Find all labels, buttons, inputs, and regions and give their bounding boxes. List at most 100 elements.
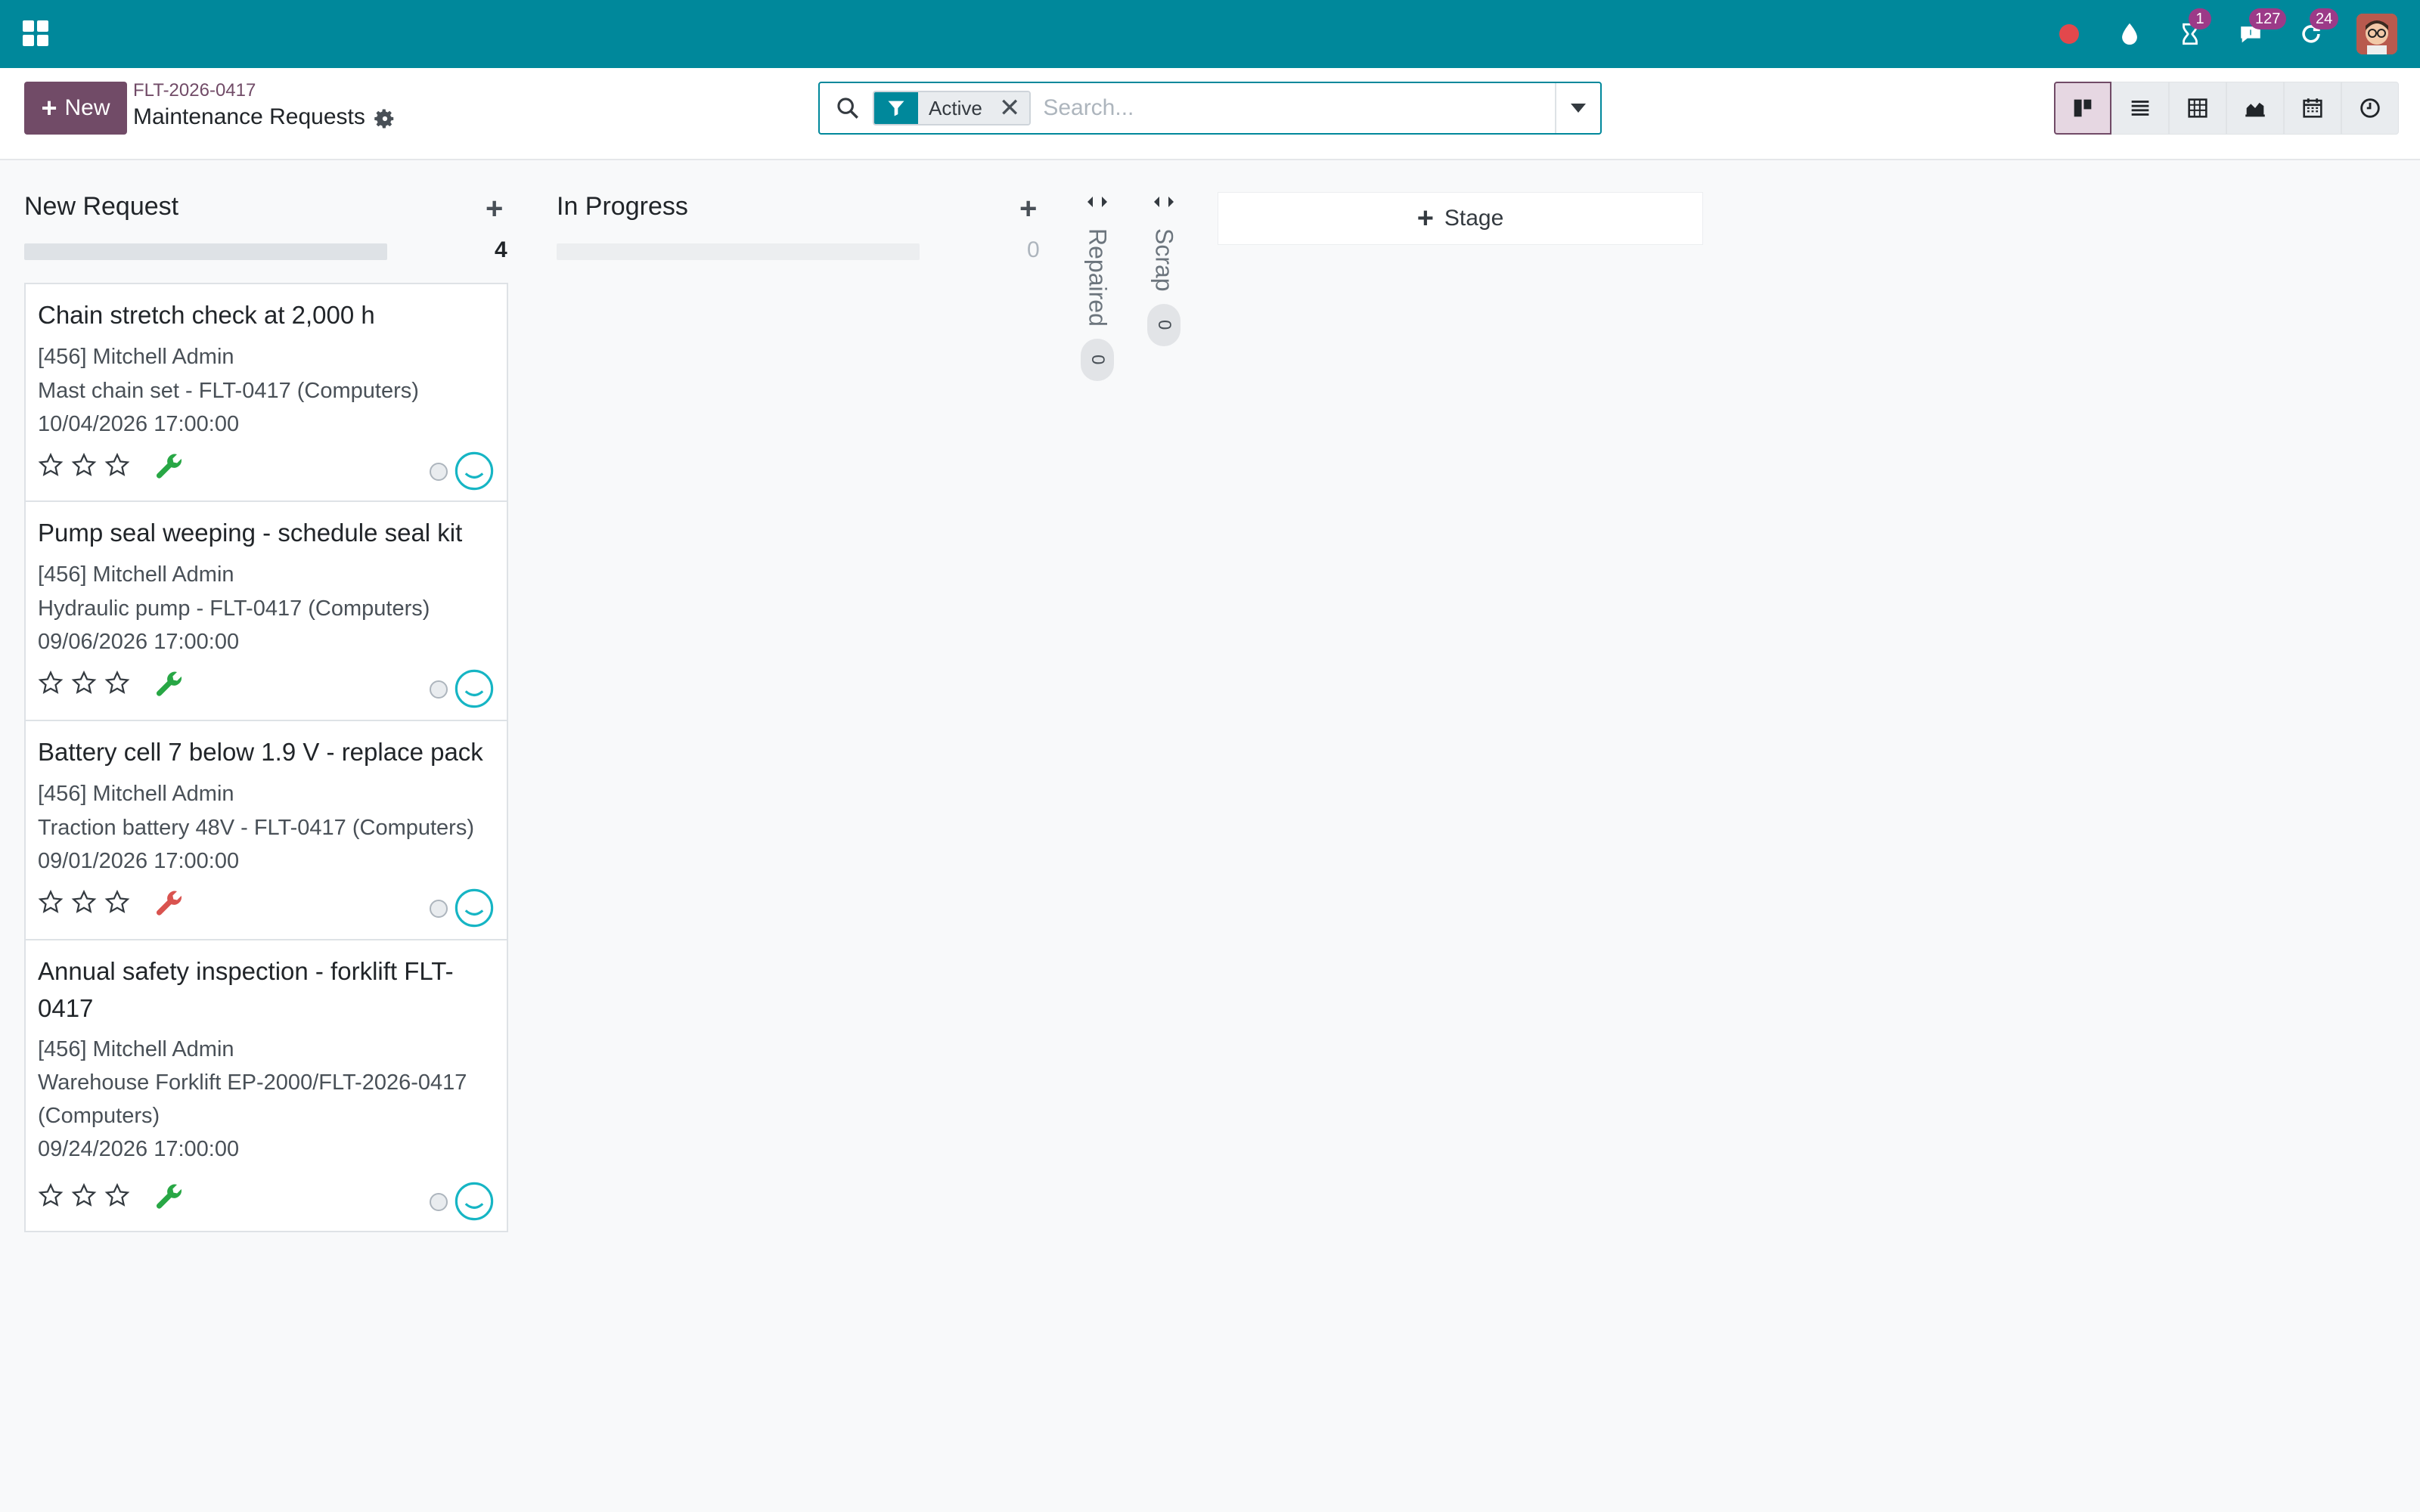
new-button-label: New [64, 95, 110, 120]
folded-column-scrap[interactable]: Scrap 0 [1145, 194, 1183, 346]
kanban-state-dot[interactable] [430, 900, 448, 918]
record-indicator-icon[interactable] [2054, 19, 2084, 49]
priority-stars[interactable] [38, 670, 130, 696]
plus-icon: + [1416, 203, 1434, 234]
star-icon[interactable] [71, 889, 97, 915]
folded-column-count: 0 [1081, 338, 1114, 381]
star-icon[interactable] [104, 452, 130, 478]
calendar-icon [2303, 98, 2322, 118]
filter-icon [874, 92, 918, 124]
card-date: 09/01/2026 17:00:00 [38, 849, 240, 873]
folded-column-repaired[interactable]: Repaired 0 [1078, 194, 1116, 381]
smile-icon[interactable] [454, 888, 495, 928]
unfold-arrows-icon [1154, 197, 1174, 207]
kanban-icon [2074, 99, 2092, 117]
star-icon[interactable] [71, 1182, 97, 1208]
column-progress-bar[interactable] [557, 243, 920, 260]
view-switcher [2054, 82, 2399, 135]
updates-icon[interactable]: 24 [2296, 8, 2339, 49]
card-user: [456] Mitchell Admin [38, 345, 234, 369]
card-title: Battery cell 7 below 1.9 V - replace pac… [38, 738, 483, 766]
star-icon[interactable] [104, 889, 130, 915]
folded-column-title: Scrap [1150, 228, 1178, 292]
user-avatar[interactable] [2356, 14, 2397, 54]
column-progress-bar[interactable] [24, 243, 387, 260]
card-equipment: Traction battery 48V - FLT-0417 (Compute… [38, 816, 474, 840]
graph-view-button[interactable] [2226, 82, 2284, 135]
smile-icon[interactable] [454, 451, 495, 491]
smile-icon[interactable] [454, 668, 495, 709]
new-button[interactable]: + New [24, 82, 127, 135]
droplet-icon[interactable] [2114, 19, 2145, 49]
star-icon[interactable] [104, 670, 130, 696]
area-chart-icon [2245, 102, 2265, 117]
star-icon[interactable] [38, 889, 64, 915]
priority-stars[interactable] [38, 889, 130, 915]
add-stage-button[interactable]: + Stage [1218, 192, 1703, 245]
card-title: Annual safety inspection - forklift FLT-… [38, 957, 454, 1022]
card-date: 10/04/2026 17:00:00 [38, 412, 240, 436]
wrench-icon[interactable] [154, 668, 185, 699]
wrench-icon[interactable] [154, 1181, 185, 1211]
unfold-arrows-icon [1087, 197, 1107, 207]
gear-icon[interactable] [374, 107, 396, 130]
breadcrumb[interactable]: FLT-2026-0417 [133, 80, 256, 101]
card-user: [456] Mitchell Admin [38, 562, 234, 587]
page-title: Maintenance Requests [133, 104, 365, 129]
kanban-card[interactable]: Battery cell 7 below 1.9 V - replace pac… [24, 721, 508, 940]
folded-column-count: 0 [1147, 303, 1181, 346]
search-icon [837, 98, 858, 119]
kanban-view-button[interactable] [2054, 82, 2111, 135]
star-icon[interactable] [71, 670, 97, 696]
star-icon[interactable] [71, 452, 97, 478]
column-title-new-request[interactable]: New Request [24, 192, 178, 222]
messages-icon[interactable]: 127 [2235, 8, 2287, 49]
activities-icon[interactable]: 1 [2175, 8, 2211, 49]
remove-facet-icon[interactable]: ✕ [999, 95, 1021, 121]
control-panel: + New FLT-2026-0417 Maintenance Requests… [0, 68, 2420, 160]
star-icon[interactable] [38, 1182, 64, 1208]
star-icon[interactable] [104, 1182, 130, 1208]
column-count: 0 [1027, 237, 1040, 262]
column-count: 4 [495, 237, 507, 262]
kanban-card[interactable]: Pump seal weeping - schedule seal kit [4… [24, 502, 508, 721]
column-add-icon[interactable]: + [486, 194, 503, 224]
smile-icon[interactable] [454, 1181, 495, 1222]
updates-badge: 24 [2310, 8, 2339, 29]
card-user: [456] Mitchell Admin [38, 782, 234, 806]
star-icon[interactable] [38, 452, 64, 478]
card-equipment: Warehouse Forklift EP-2000/FLT-2026-0417… [38, 1070, 467, 1128]
card-title: Pump seal weeping - schedule seal kit [38, 519, 463, 547]
priority-stars[interactable] [38, 1182, 130, 1208]
column-title-in-progress[interactable]: In Progress [557, 192, 688, 222]
priority-stars[interactable] [38, 452, 130, 478]
filter-facet-label: Active [929, 96, 982, 119]
wrench-icon[interactable] [154, 888, 185, 918]
chevron-down-icon [1571, 104, 1586, 113]
list-view-button[interactable] [2111, 82, 2169, 135]
kanban-card[interactable]: Annual safety inspection - forklift FLT-… [24, 940, 508, 1232]
activities-badge: 1 [2189, 8, 2211, 29]
search-input[interactable] [1043, 85, 1555, 131]
card-user: [456] Mitchell Admin [38, 1037, 234, 1061]
messages-badge: 127 [2249, 8, 2287, 29]
kanban-card[interactable]: Chain stretch check at 2,000 h [456] Mit… [24, 283, 508, 502]
apps-menu-icon[interactable] [23, 20, 48, 46]
wrench-icon[interactable] [154, 451, 185, 481]
filter-facet[interactable]: Active ✕ [873, 91, 1032, 125]
kanban-state-dot[interactable] [430, 680, 448, 699]
top-navbar: 1 127 24 [0, 0, 2420, 68]
card-date: 09/06/2026 17:00:00 [38, 630, 240, 654]
kanban-state-dot[interactable] [430, 463, 448, 481]
card-date: 09/24/2026 17:00:00 [38, 1137, 240, 1161]
kanban-state-dot[interactable] [430, 1193, 448, 1211]
navbar-systray: 1 127 24 [2054, 0, 2397, 68]
activity-view-button[interactable] [2341, 82, 2399, 135]
pivot-view-button[interactable] [2169, 82, 2226, 135]
column-add-icon[interactable]: + [1019, 194, 1037, 224]
calendar-view-button[interactable] [2284, 82, 2341, 135]
card-title: Chain stretch check at 2,000 h [38, 301, 375, 329]
folded-column-title: Repaired [1084, 228, 1112, 327]
star-icon[interactable] [38, 670, 64, 696]
search-options-toggle[interactable] [1555, 83, 1600, 133]
